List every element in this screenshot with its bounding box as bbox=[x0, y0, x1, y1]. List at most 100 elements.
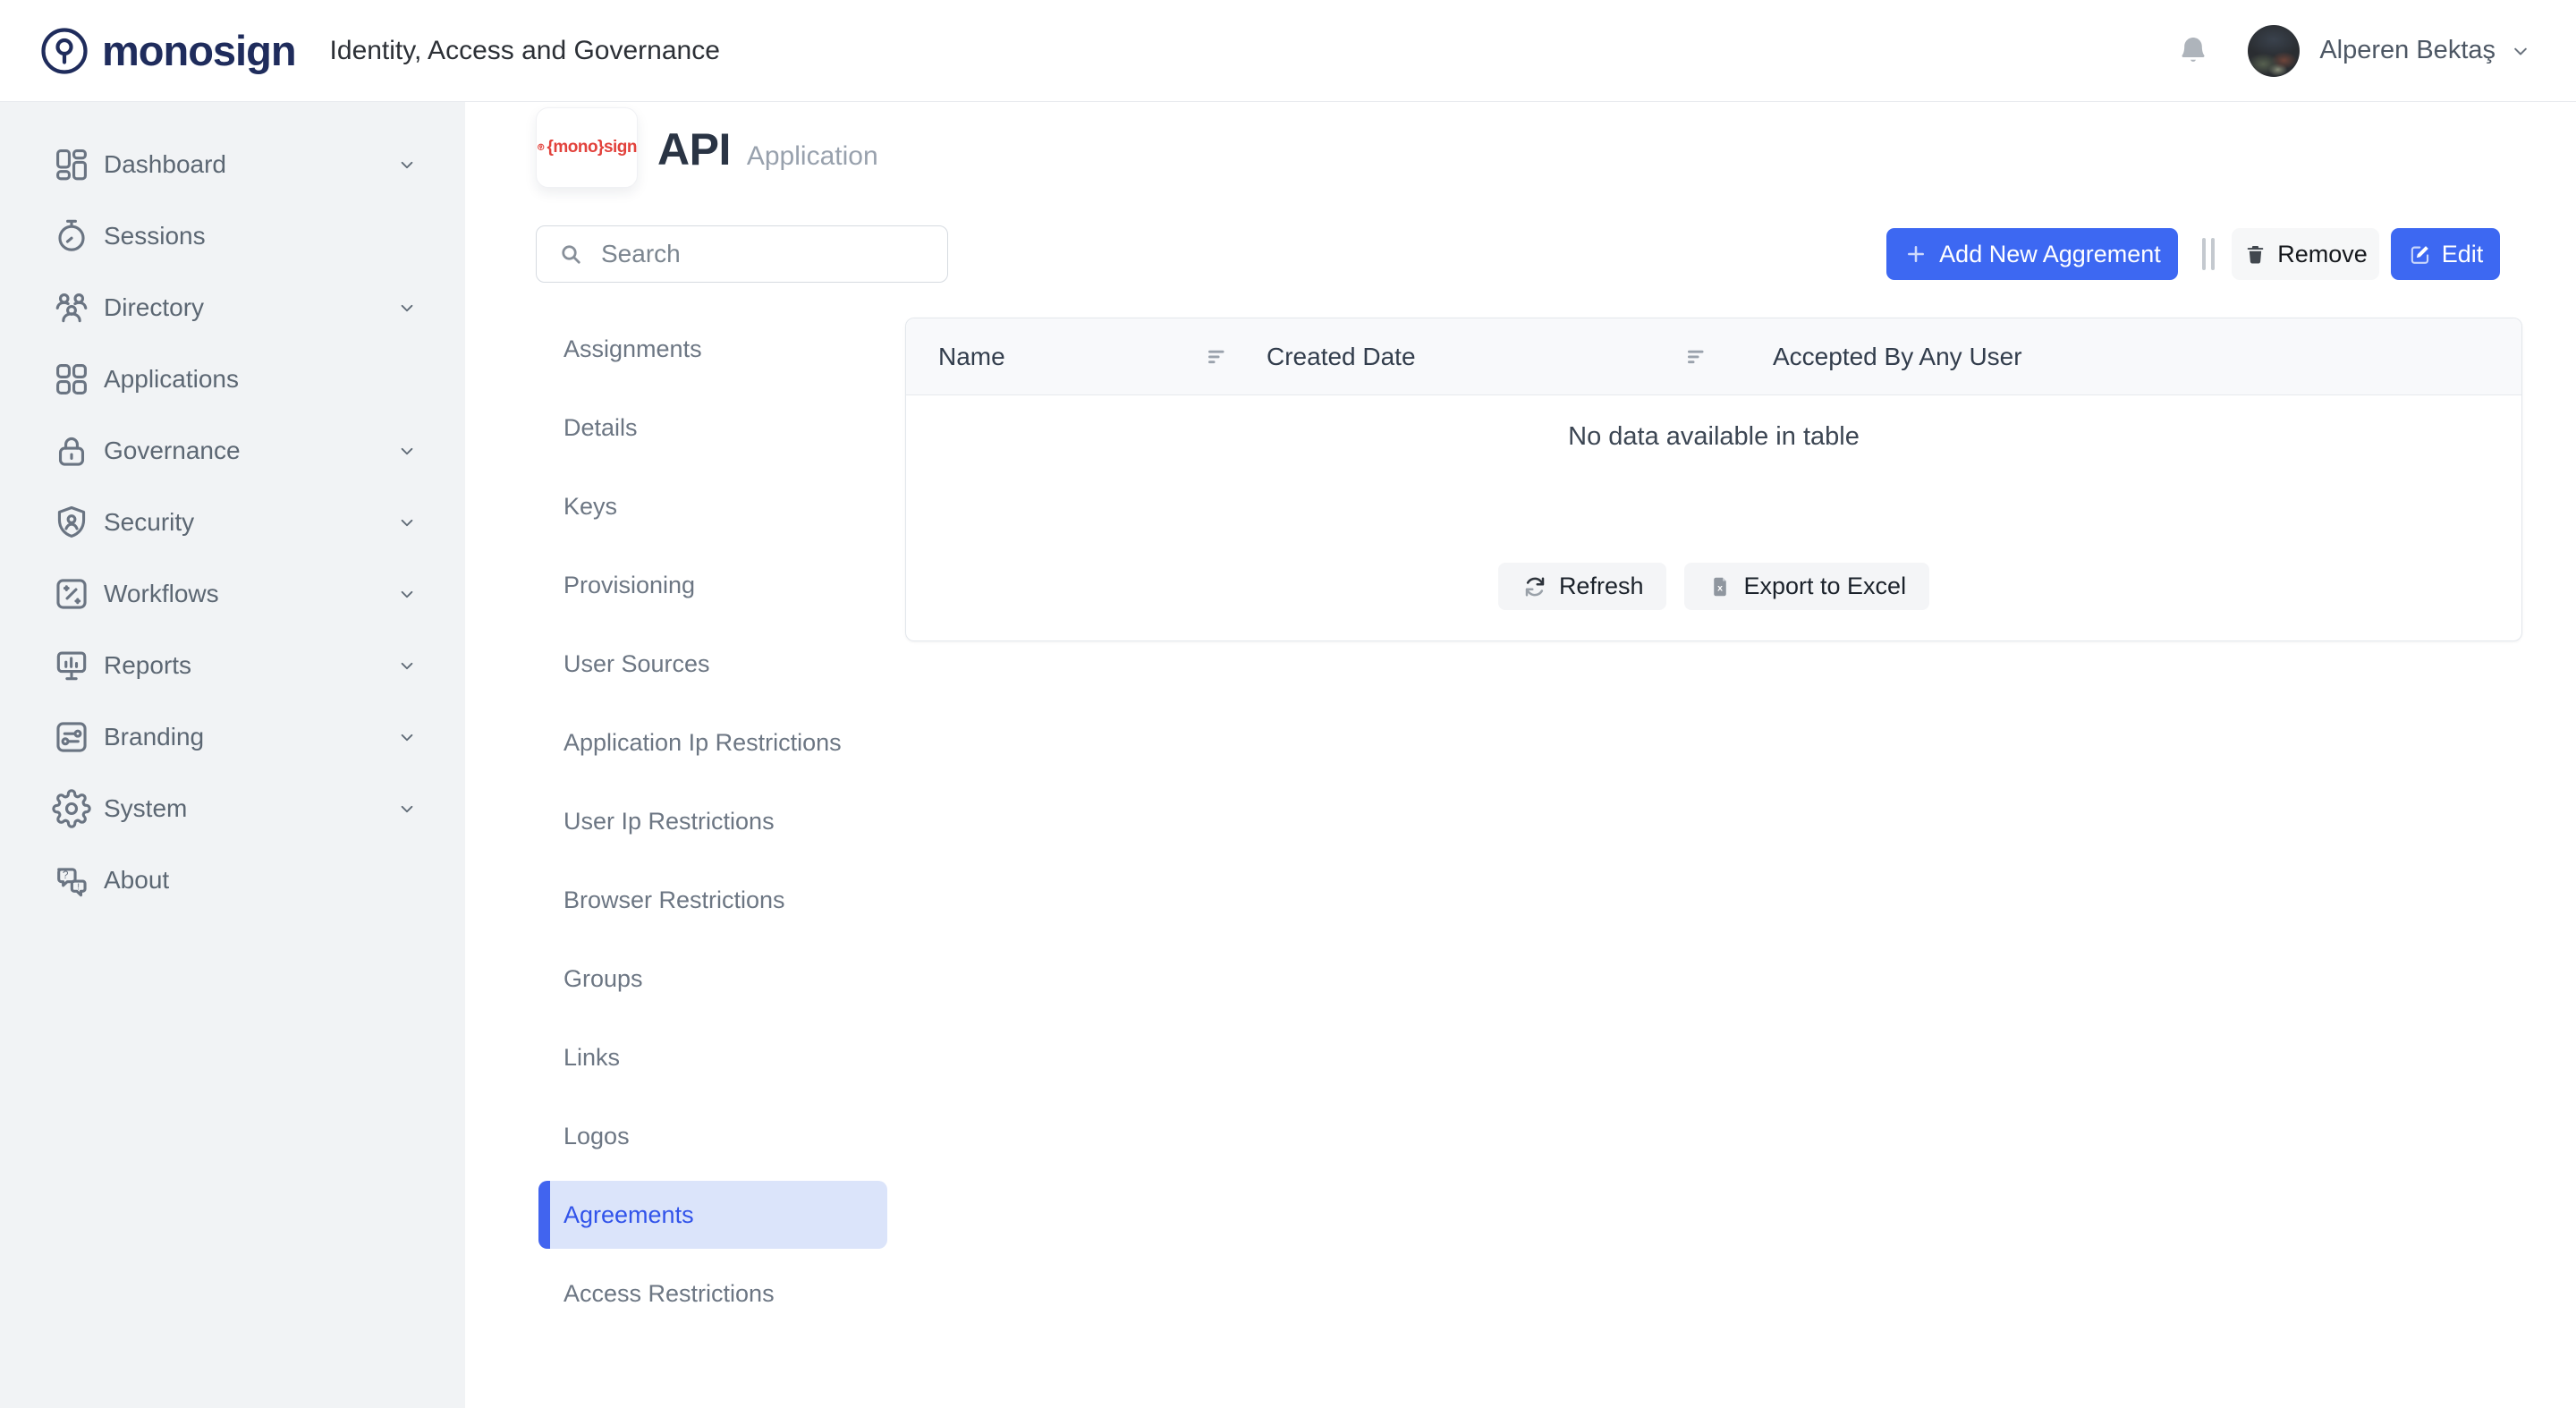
export-label: Export to Excel bbox=[1743, 573, 1906, 600]
sidebar-nav: Dashboard Sessions Directory Applications Go… bbox=[0, 102, 465, 916]
subnav-item-user-ip-restrictions[interactable]: User Ip Restrictions bbox=[538, 782, 887, 861]
search-input[interactable] bbox=[536, 225, 948, 283]
table-header-row: Name Created Date Accepted By Any User bbox=[906, 318, 2521, 395]
application-logo-card: {mono}sign bbox=[536, 107, 638, 188]
agreements-table-card: Name Created Date Accepted By Any User No … bbox=[905, 318, 2522, 641]
chevron-down-icon bbox=[395, 439, 419, 462]
chevron-down-icon bbox=[395, 511, 419, 534]
gear-icon bbox=[52, 789, 91, 828]
subnav-item-user-sources[interactable]: User Sources bbox=[538, 624, 887, 703]
avatar bbox=[2248, 25, 2300, 77]
sidebar-item-security[interactable]: Security bbox=[0, 487, 465, 558]
add-new-agreement-label: Add New Aggrement bbox=[1939, 241, 2161, 268]
subnav-item-application-ip-restrictions[interactable]: Application Ip Restrictions bbox=[538, 703, 887, 782]
chevron-down-icon bbox=[395, 582, 419, 606]
refresh-button[interactable]: Refresh bbox=[1498, 563, 1667, 610]
subnav-item-access-restrictions[interactable]: Access Restrictions bbox=[538, 1254, 887, 1333]
user-menu[interactable]: Alperen Bektaş bbox=[2248, 25, 2533, 77]
subnav-item-agreements[interactable]: Agreements bbox=[538, 1175, 887, 1254]
remove-button[interactable]: Remove bbox=[2232, 228, 2379, 280]
export-to-excel-button[interactable]: x Export to Excel bbox=[1684, 563, 1929, 610]
excel-file-icon: x bbox=[1707, 574, 1733, 599]
column-header-name[interactable]: Name bbox=[938, 343, 1267, 371]
table-body: No data available in table Refresh x Exp… bbox=[906, 395, 2521, 641]
column-header-accepted-by-any-user: Accepted By Any User bbox=[1773, 343, 2521, 371]
subnav-item-groups[interactable]: Groups bbox=[538, 939, 887, 1018]
chevron-down-icon bbox=[395, 296, 419, 319]
shield-user-icon bbox=[52, 503, 91, 542]
monosign-app-logo: {mono}sign bbox=[537, 138, 637, 157]
application-name: API bbox=[657, 123, 731, 175]
dashboard-icon bbox=[52, 145, 91, 184]
main-content: {mono}sign API Application Add New Aggre… bbox=[465, 102, 2576, 1408]
wand-card-icon bbox=[52, 574, 91, 614]
help-bubbles-icon: ?! bbox=[52, 861, 91, 900]
apps-grid-icon bbox=[52, 360, 91, 399]
sidebar-item-label: About bbox=[104, 866, 169, 895]
sidebar-item-label: Sessions bbox=[104, 222, 206, 250]
svg-text:x: x bbox=[1718, 582, 1724, 593]
sidebar-item-label: Reports bbox=[104, 651, 191, 680]
sidebar-item-label: Workflows bbox=[104, 580, 219, 608]
sidebar-item-governance[interactable]: Governance bbox=[0, 415, 465, 487]
svg-text:!: ! bbox=[77, 882, 80, 892]
monitor-chart-icon bbox=[52, 646, 91, 685]
sidebar-item-label: System bbox=[104, 794, 187, 823]
column-label: Accepted By Any User bbox=[1773, 343, 2022, 371]
chevron-down-icon bbox=[2508, 38, 2533, 64]
monosign-keyhole-icon bbox=[39, 26, 89, 76]
subnav-item-details[interactable]: Details bbox=[538, 388, 887, 467]
sidebar-item-label: Branding bbox=[104, 723, 204, 751]
sort-filter-icon bbox=[1204, 344, 1231, 370]
edit-label: Edit bbox=[2442, 241, 2484, 268]
remove-label: Remove bbox=[2277, 241, 2368, 268]
sidebar-item-branding[interactable]: Branding bbox=[0, 701, 465, 773]
column-label: Name bbox=[938, 343, 1005, 371]
search-box bbox=[536, 225, 948, 283]
sidebar-item-sessions[interactable]: Sessions bbox=[0, 200, 465, 272]
application-type-label: Application bbox=[747, 141, 878, 172]
brand-name: monosign bbox=[102, 26, 296, 75]
page-title: API Application bbox=[657, 123, 878, 175]
sidebar-item-label: Governance bbox=[104, 437, 241, 465]
sidebar: Dashboard Sessions Directory Applications Go… bbox=[0, 102, 465, 1408]
notifications-bell-icon[interactable] bbox=[2174, 32, 2212, 70]
sidebar-item-workflows[interactable]: Workflows bbox=[0, 558, 465, 630]
sidebar-item-reports[interactable]: Reports bbox=[0, 630, 465, 701]
edit-button[interactable]: Edit bbox=[2391, 228, 2500, 280]
sidebar-item-directory[interactable]: Directory bbox=[0, 272, 465, 344]
trash-icon bbox=[2243, 242, 2267, 267]
subnav-item-keys[interactable]: Keys bbox=[538, 467, 887, 546]
sidebar-item-label: Directory bbox=[104, 293, 204, 322]
sidebar-item-label: Dashboard bbox=[104, 150, 226, 179]
app-logo-text: {mono}sign bbox=[547, 138, 637, 157]
users-icon bbox=[52, 288, 91, 327]
brand-tagline: Identity, Access and Governance bbox=[330, 36, 720, 66]
column-header-created-date[interactable]: Created Date bbox=[1267, 343, 1773, 371]
sidebar-item-system[interactable]: System bbox=[0, 773, 465, 844]
brand-logo: monosign bbox=[39, 26, 296, 76]
table-empty-message: No data available in table bbox=[1568, 422, 1860, 452]
chevron-down-icon bbox=[395, 797, 419, 820]
refresh-icon bbox=[1521, 573, 1548, 600]
chevron-down-icon bbox=[395, 654, 419, 677]
subnav-item-provisioning[interactable]: Provisioning bbox=[538, 546, 887, 624]
subnav-item-assignments[interactable]: Assignments bbox=[538, 310, 887, 388]
search-icon bbox=[557, 241, 584, 267]
sidebar-item-dashboard[interactable]: Dashboard bbox=[0, 129, 465, 200]
subnav-item-browser-restrictions[interactable]: Browser Restrictions bbox=[538, 861, 887, 939]
sidebar-item-about[interactable]: ?! About bbox=[0, 844, 465, 916]
keyhole-red-icon bbox=[537, 143, 545, 151]
sidebar-item-applications[interactable]: Applications bbox=[0, 344, 465, 415]
chevron-down-icon bbox=[395, 725, 419, 749]
plus-icon bbox=[1903, 242, 1928, 267]
subnav-item-logos[interactable]: Logos bbox=[538, 1097, 887, 1175]
subnav-item-links[interactable]: Links bbox=[538, 1018, 887, 1097]
toolbar-separator bbox=[2202, 238, 2215, 270]
chevron-down-icon bbox=[395, 153, 419, 176]
refresh-label: Refresh bbox=[1559, 573, 1644, 600]
top-header: monosign Identity, Access and Governance… bbox=[0, 0, 2576, 102]
column-label: Created Date bbox=[1267, 343, 1416, 371]
lock-icon bbox=[52, 431, 91, 471]
add-new-agreement-button[interactable]: Add New Aggrement bbox=[1886, 228, 2178, 280]
